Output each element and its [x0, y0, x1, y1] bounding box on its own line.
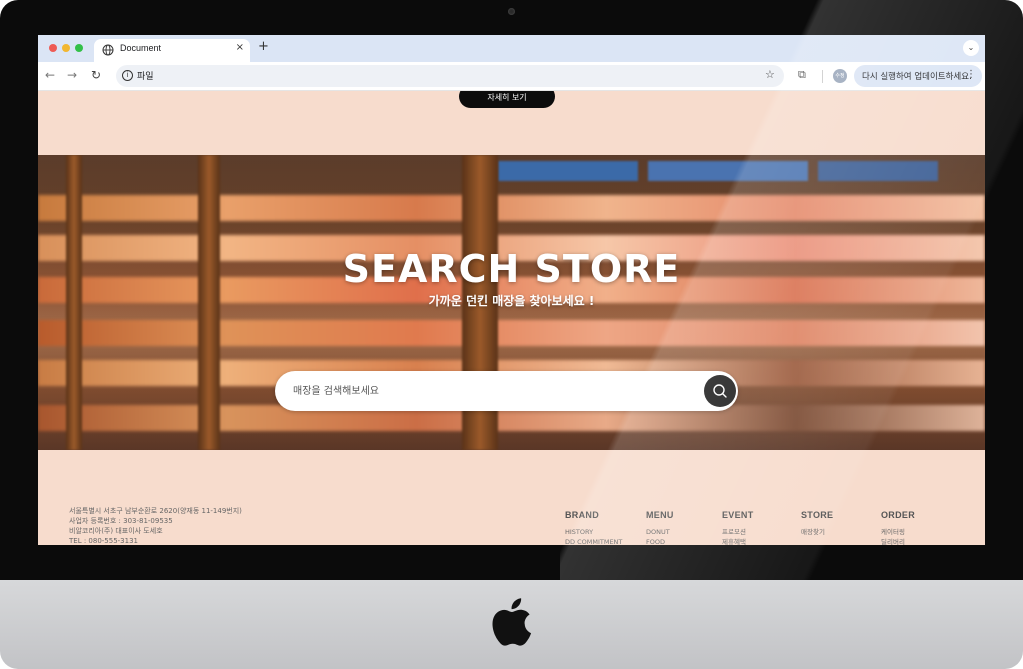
- more-button[interactable]: 자세히 보기: [459, 91, 555, 108]
- profile-avatar[interactable]: 수정: [833, 69, 847, 83]
- business-number: 사업자 등록번호 : 303-81-09535: [69, 517, 173, 525]
- store-search-bar: [275, 371, 738, 411]
- site-footer: 서울특별시 서초구 남부순환로 2620(양재동 11-149번지) 사업자 등…: [38, 450, 985, 545]
- store-search-input[interactable]: [293, 378, 693, 404]
- footer-link[interactable]: 제휴혜택: [722, 537, 754, 545]
- footer-column-menu: MENU DONUT FOOD: [646, 510, 674, 545]
- hero-title: SEARCH STORE: [342, 247, 681, 291]
- footer-heading: EVENT: [722, 510, 754, 520]
- footer-link[interactable]: HISTORY: [565, 527, 622, 537]
- camera-icon: [508, 8, 515, 15]
- info-icon[interactable]: i: [122, 70, 133, 81]
- address-text[interactable]: 파일: [137, 69, 154, 82]
- star-icon[interactable]: ☆: [765, 68, 775, 81]
- footer-link[interactable]: 케이터링: [881, 527, 915, 537]
- apple-logo-icon: [492, 598, 532, 646]
- company-info: 서울특별시 서초구 남부순환로 2620(양재동 11-149번지) 사업자 등…: [69, 506, 242, 545]
- new-tab-button[interactable]: +: [258, 39, 269, 54]
- footer-link[interactable]: FOOD: [646, 537, 674, 545]
- browser-tab[interactable]: Document ×: [94, 39, 250, 62]
- footer-heading: BRAND: [565, 510, 599, 520]
- footer-link[interactable]: DD COMMITMENT: [565, 537, 622, 545]
- footer-heading: ORDER: [881, 510, 916, 520]
- browser-tab-bar: Document × + ⌄: [38, 35, 985, 62]
- footer-column-brand: BRAND HISTORY DD COMMITMENT: [565, 510, 622, 545]
- window-close-button[interactable]: [49, 44, 57, 52]
- arrow-right-icon[interactable]: →: [67, 68, 77, 82]
- update-button[interactable]: 다시 실행하여 업데이트하세요. ⋮: [854, 65, 982, 87]
- tab-close-icon[interactable]: ×: [236, 42, 244, 53]
- footer-link[interactable]: DONUT: [646, 527, 674, 537]
- footer-column-event: EVENT 프로모션 제휴혜택: [722, 510, 754, 545]
- update-label: 다시 실행하여 업데이트하세요.: [862, 72, 972, 82]
- window-maximize-button[interactable]: [75, 44, 83, 52]
- hero-search-store: SEARCH STORE 가까운 던킨 매장을 찾아보세요 !: [38, 155, 985, 450]
- tab-search-chevron-icon[interactable]: ⌄: [963, 40, 979, 56]
- shelf-row: [38, 320, 985, 346]
- window-minimize-button[interactable]: [62, 44, 70, 52]
- footer-link[interactable]: 프로모션: [722, 527, 754, 537]
- store-sign: [648, 161, 808, 181]
- company-ceo: 비알코리아(주) 대표이사 도세호: [69, 527, 163, 535]
- footer-column-store: STORE 매장찾기: [801, 510, 833, 537]
- store-sign: [498, 161, 638, 181]
- kebab-icon[interactable]: ⋮: [966, 69, 976, 80]
- footer-link[interactable]: 매장찾기: [801, 527, 833, 537]
- puzzle-icon[interactable]: ⧉: [798, 68, 806, 82]
- imac-device: Document × + ⌄ ← → ↻ i 파일 ☆ ⧉ 수정 다시 실행하여…: [0, 0, 1023, 669]
- footer-heading: STORE: [801, 510, 834, 520]
- address-bar[interactable]: i 파일: [116, 65, 784, 87]
- footer-column-order: ORDER 케이터링 딜리버리: [881, 510, 915, 545]
- globe-icon: [102, 44, 114, 56]
- hero-subtitle: 가까운 던킨 매장을 찾아보세요 !: [428, 294, 595, 308]
- company-phone: TEL : 080-555-3131: [69, 537, 138, 545]
- arrow-left-icon[interactable]: ←: [45, 68, 55, 82]
- footer-link[interactable]: 딜리버리: [881, 537, 915, 545]
- tab-title: Document: [120, 43, 162, 53]
- address-line: 서울특별시 서초구 남부순환로 2620(양재동 11-149번지): [69, 507, 242, 515]
- search-button[interactable]: [704, 375, 736, 407]
- reload-icon[interactable]: ↻: [91, 68, 101, 82]
- search-icon: [713, 384, 727, 398]
- store-sign: [818, 161, 938, 181]
- screen: Document × + ⌄ ← → ↻ i 파일 ☆ ⧉ 수정 다시 실행하여…: [38, 35, 985, 545]
- shelf-row: [38, 195, 985, 221]
- browser-toolbar: ← → ↻ i 파일 ☆ ⧉ 수정 다시 실행하여 업데이트하세요. ⋮: [38, 62, 985, 91]
- toolbar-divider: [822, 70, 823, 83]
- page-viewport: 자세히 보기 SEARCH STORE 가까운 던킨 매장을 찾아보세요 ! 매…: [38, 91, 985, 545]
- footer-heading: MENU: [646, 510, 674, 520]
